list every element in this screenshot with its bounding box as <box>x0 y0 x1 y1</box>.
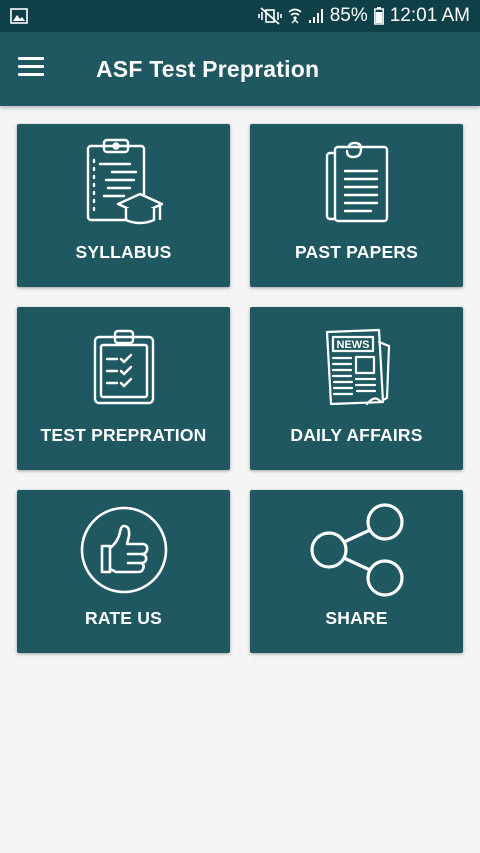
signal-icon <box>308 8 324 24</box>
rate-us-card[interactable]: RATE US <box>17 490 230 653</box>
document-pages-icon <box>325 141 388 223</box>
share-card[interactable]: SHARE <box>250 490 463 653</box>
past-papers-card[interactable]: PAST PAPERS <box>250 124 463 287</box>
test-prepration-card[interactable]: TEST PREPRATION <box>17 307 230 470</box>
rate-us-label: RATE US <box>85 608 162 628</box>
hamburger-menu-icon[interactable] <box>18 57 44 79</box>
share-icon <box>309 503 404 597</box>
newspaper-icon: NEWS <box>325 328 390 406</box>
wifi-icon <box>288 7 302 25</box>
svg-text:NEWS: NEWS <box>336 339 369 351</box>
battery-percent: 85% <box>329 5 368 26</box>
page-title: ASF Test Prepration <box>96 56 320 82</box>
app-bar: ASF Test Prepration <box>0 32 480 106</box>
past-papers-label: PAST PAPERS <box>294 242 419 262</box>
battery-icon <box>373 7 384 25</box>
clipboard-graduation-cap-icon <box>86 138 163 225</box>
share-label: SHARE <box>325 608 388 628</box>
image-icon <box>10 8 28 24</box>
daily-affairs-label: DAILY AFFAIRS <box>290 425 423 445</box>
status-bar: 85% 12:01 AM <box>0 0 480 32</box>
syllabus-label: SYLLABUS <box>75 242 172 262</box>
mute-vibrate-icon <box>257 7 282 25</box>
syllabus-card[interactable]: SYLLABUS <box>17 124 230 287</box>
thumbs-up-icon <box>80 506 167 594</box>
status-time: 12:01 AM <box>389 5 470 26</box>
test-prepration-label: TEST PREPRATION <box>40 425 207 445</box>
checklist-clipboard-icon <box>93 329 154 405</box>
daily-affairs-card[interactable]: NEWS DAILY AFFAIRS <box>250 307 463 470</box>
